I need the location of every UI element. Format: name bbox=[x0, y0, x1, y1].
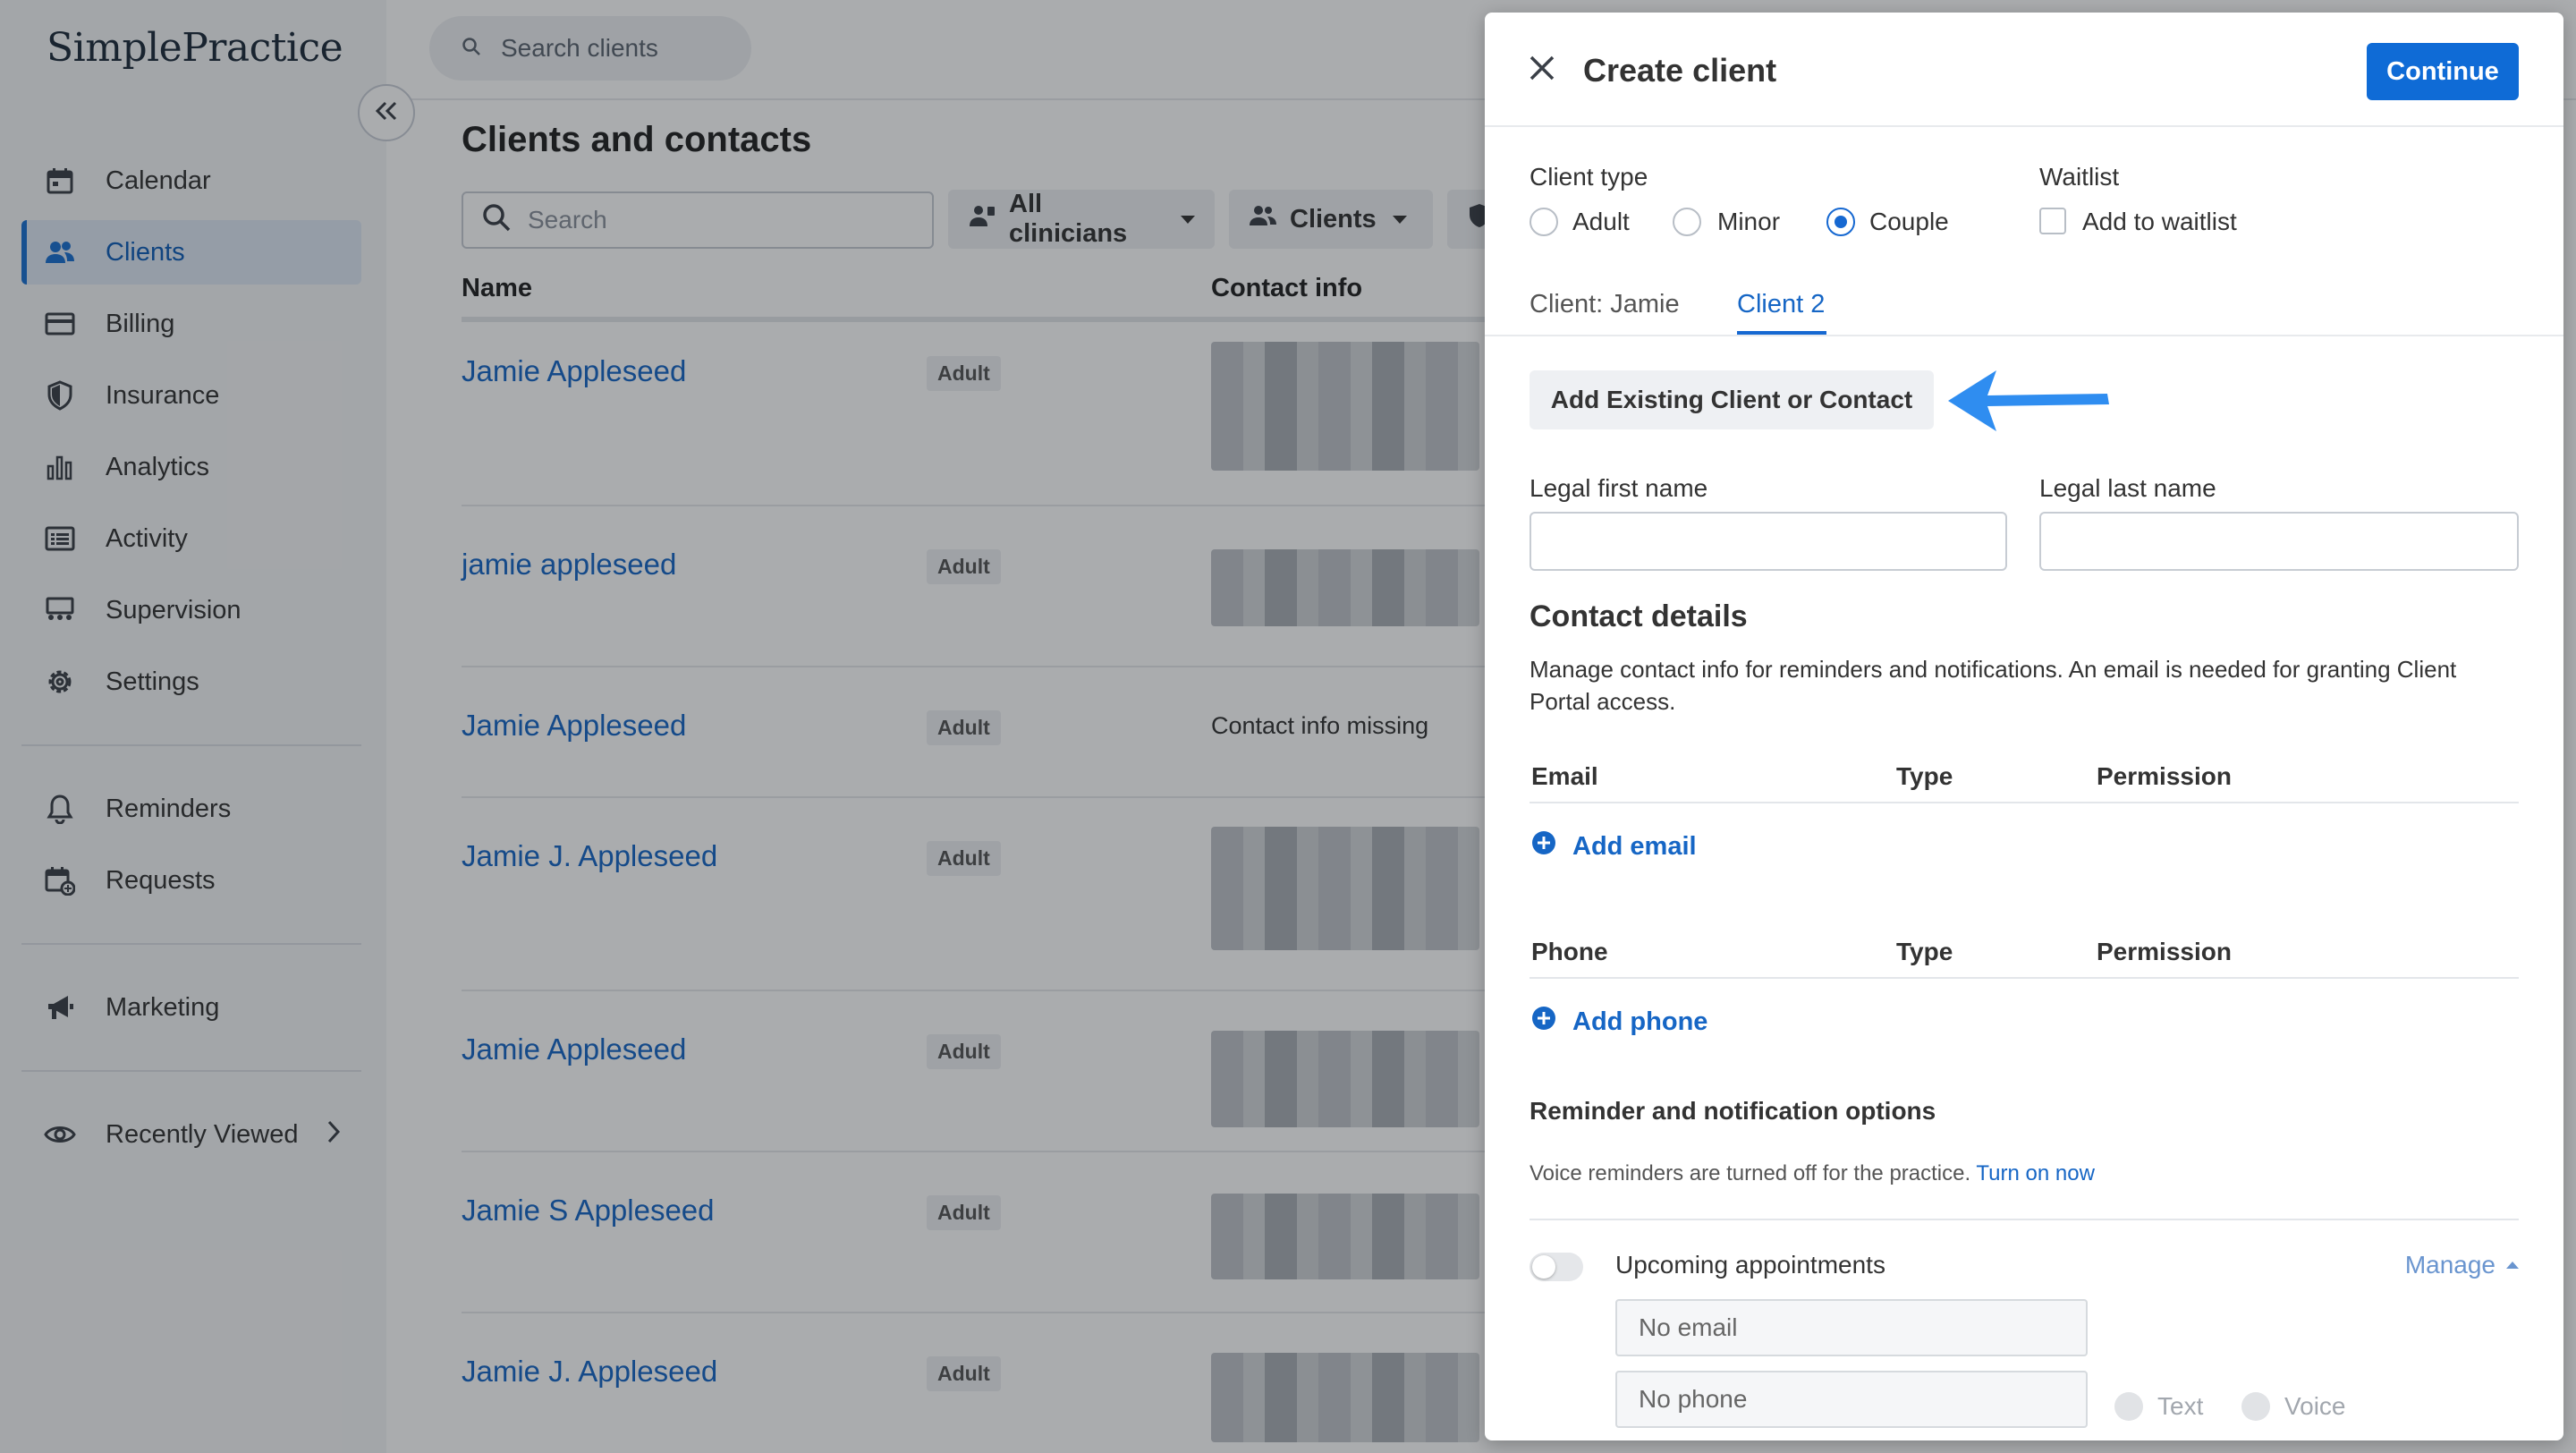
tab-client-jamie[interactable]: Client: Jamie bbox=[1530, 290, 1680, 319]
plus-circle-icon bbox=[1531, 1006, 1572, 1038]
email-type-column-header: Type bbox=[1896, 762, 1953, 790]
contact-details-title: Contact details bbox=[1530, 599, 1748, 633]
voice-reminders-text: Voice reminders are turned off for the p… bbox=[1530, 1161, 1971, 1185]
reminder-voice-radio bbox=[2241, 1392, 2270, 1421]
caret-up-icon bbox=[2506, 1262, 2519, 1269]
add-existing-client-button[interactable]: Add Existing Client or Contact bbox=[1530, 370, 1934, 429]
active-tab-indicator bbox=[1737, 331, 1826, 335]
plus-circle-icon bbox=[1531, 830, 1572, 862]
client-type-minor-label[interactable]: Minor bbox=[1717, 208, 1780, 236]
continue-button[interactable]: Continue bbox=[2367, 43, 2519, 100]
tabs-divider bbox=[1485, 335, 2563, 336]
add-email-link[interactable]: Add email bbox=[1531, 830, 1697, 862]
add-to-waitlist-label[interactable]: Add to waitlist bbox=[2082, 208, 2237, 236]
voice-reminders-note: Voice reminders are turned off for the p… bbox=[1530, 1161, 2095, 1186]
reminder-phone-select: No phone bbox=[1615, 1371, 2088, 1428]
email-column-header: Email bbox=[1531, 762, 1598, 790]
manage-label: Manage bbox=[2404, 1251, 2496, 1279]
reminder-voice-label: Voice bbox=[2284, 1392, 2346, 1420]
add-email-label: Add email bbox=[1572, 831, 1697, 861]
arrow-left-icon bbox=[1948, 367, 2113, 439]
legal-last-name-label: Legal last name bbox=[2039, 474, 2216, 502]
dialog-title: Create client bbox=[1583, 52, 1777, 89]
reminder-email-select: No email bbox=[1615, 1299, 2088, 1356]
manage-reminders-button[interactable]: Manage bbox=[2405, 1251, 2519, 1279]
create-client-dialog: Create client Continue Client type Adult… bbox=[1485, 13, 2563, 1440]
email-header-divider bbox=[1530, 802, 2519, 803]
email-permission-column-header: Permission bbox=[2097, 762, 2232, 790]
add-phone-label: Add phone bbox=[1572, 1007, 1708, 1036]
client-type-adult-label[interactable]: Adult bbox=[1572, 208, 1630, 236]
contact-details-description: Manage contact info for reminders and no… bbox=[1530, 656, 2457, 715]
client-type-label: Client type bbox=[1530, 163, 1648, 191]
legal-last-name-input[interactable] bbox=[2039, 512, 2519, 571]
reminder-options-title: Reminder and notification options bbox=[1530, 1097, 1936, 1125]
phone-type-column-header: Type bbox=[1896, 938, 1953, 965]
client-type-couple-radio[interactable] bbox=[1826, 208, 1855, 236]
turn-on-now-link[interactable]: Turn on now bbox=[1976, 1161, 2095, 1185]
add-to-waitlist-checkbox[interactable] bbox=[2039, 208, 2066, 234]
close-button[interactable] bbox=[1526, 54, 1558, 86]
phone-header-divider bbox=[1530, 977, 2519, 979]
client-type-couple-label[interactable]: Couple bbox=[1869, 208, 1949, 236]
legal-first-name-label: Legal first name bbox=[1530, 474, 1708, 502]
add-phone-link[interactable]: Add phone bbox=[1531, 1006, 1707, 1038]
phone-permission-column-header: Permission bbox=[2097, 938, 2232, 965]
close-icon bbox=[1529, 55, 1555, 86]
tab-client-2[interactable]: Client 2 bbox=[1737, 290, 1825, 319]
client-type-adult-radio[interactable] bbox=[1530, 208, 1558, 236]
legal-first-name-input[interactable] bbox=[1530, 512, 2007, 571]
waitlist-label: Waitlist bbox=[2039, 163, 2120, 191]
reminder-text-label: Text bbox=[2157, 1392, 2204, 1420]
dialog-header: Create client Continue bbox=[1485, 13, 2563, 127]
phone-column-header: Phone bbox=[1531, 938, 1608, 965]
reminders-divider bbox=[1530, 1219, 2519, 1220]
reminder-text-radio bbox=[2114, 1392, 2143, 1421]
upcoming-appointments-toggle[interactable] bbox=[1530, 1253, 1583, 1281]
client-type-minor-radio[interactable] bbox=[1673, 208, 1701, 236]
upcoming-appointments-label: Upcoming appointments bbox=[1615, 1251, 1885, 1279]
